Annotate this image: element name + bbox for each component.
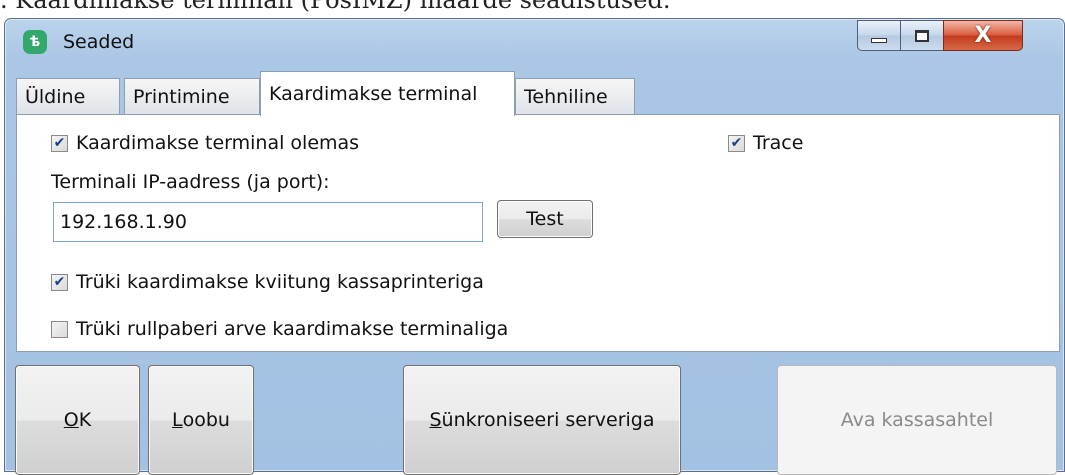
- document-caption: . Kaardimakse terminali (PosIMZ) määrde …: [0, 0, 671, 14]
- checkmark-icon: ✔: [53, 135, 66, 151]
- print-card-receipt-checkbox[interactable]: ✔: [51, 273, 68, 291]
- checkmark-icon: ✔: [730, 135, 743, 151]
- print-card-receipt-label: Trüki kaardimakse kviitung kassaprinteri…: [76, 271, 484, 293]
- tab-card-terminal[interactable]: Kaardimakse terminal: [260, 71, 515, 116]
- app-icon: ѣ: [23, 30, 47, 54]
- sync-label-rest: ünkroniseeri serveriga: [441, 409, 655, 431]
- close-button[interactable]: X: [943, 20, 1023, 51]
- cancel-button[interactable]: Loobu: [148, 365, 254, 475]
- terminal-present-label: Kaardimakse terminal olemas: [76, 132, 360, 154]
- print-roll-invoice-checkbox[interactable]: [51, 320, 68, 338]
- terminal-present-option[interactable]: ✔ Kaardimakse terminal olemas: [51, 132, 359, 154]
- print-roll-invoice-option[interactable]: Trüki rullpaberi arve kaardimakse termin…: [51, 318, 508, 340]
- print-card-receipt-option[interactable]: ✔ Trüki kaardimakse kviitung kassaprinte…: [51, 271, 484, 293]
- trace-checkbox[interactable]: ✔: [728, 134, 745, 152]
- settings-window: ѣ Seaded X Üldine Printimine Kaardimakse…: [4, 18, 1065, 475]
- test-button[interactable]: Test: [497, 200, 593, 238]
- window-title: Seaded: [63, 31, 135, 53]
- ok-mnemonic: O: [63, 409, 79, 431]
- tab-panel: ✔ Kaardimakse terminal olemas ✔ Trace Te…: [16, 114, 1060, 352]
- open-cash-drawer-button[interactable]: Ava kassasahtel: [777, 365, 1057, 475]
- sync-server-button[interactable]: Sünkroniseeri serveriga: [403, 365, 681, 475]
- title-bar[interactable]: ѣ Seaded X: [5, 19, 1064, 65]
- ip-address-input[interactable]: [53, 202, 483, 242]
- ip-address-label: Terminali IP-aadress (ja port):: [51, 171, 330, 193]
- cancel-label-rest: oobu: [182, 409, 230, 431]
- trace-label: Trace: [753, 132, 804, 154]
- tab-technical[interactable]: Tehniline: [515, 78, 635, 114]
- maximize-icon: [915, 29, 929, 42]
- cancel-mnemonic: L: [172, 409, 183, 431]
- ok-label-rest: K: [78, 409, 92, 431]
- print-roll-invoice-label: Trüki rullpaberi arve kaardimakse termin…: [76, 318, 509, 340]
- minimize-icon: [871, 38, 887, 43]
- maximize-button[interactable]: [900, 20, 944, 51]
- checkmark-icon: ✔: [53, 274, 66, 290]
- sync-mnemonic: S: [429, 409, 442, 431]
- tab-general[interactable]: Üldine: [16, 78, 120, 114]
- tab-printing[interactable]: Printimine: [124, 78, 260, 114]
- close-icon: X: [974, 22, 992, 48]
- terminal-present-checkbox[interactable]: ✔: [51, 134, 68, 152]
- minimize-button[interactable]: [857, 20, 901, 51]
- ok-button[interactable]: OK: [15, 365, 140, 475]
- trace-option[interactable]: ✔ Trace: [728, 132, 803, 154]
